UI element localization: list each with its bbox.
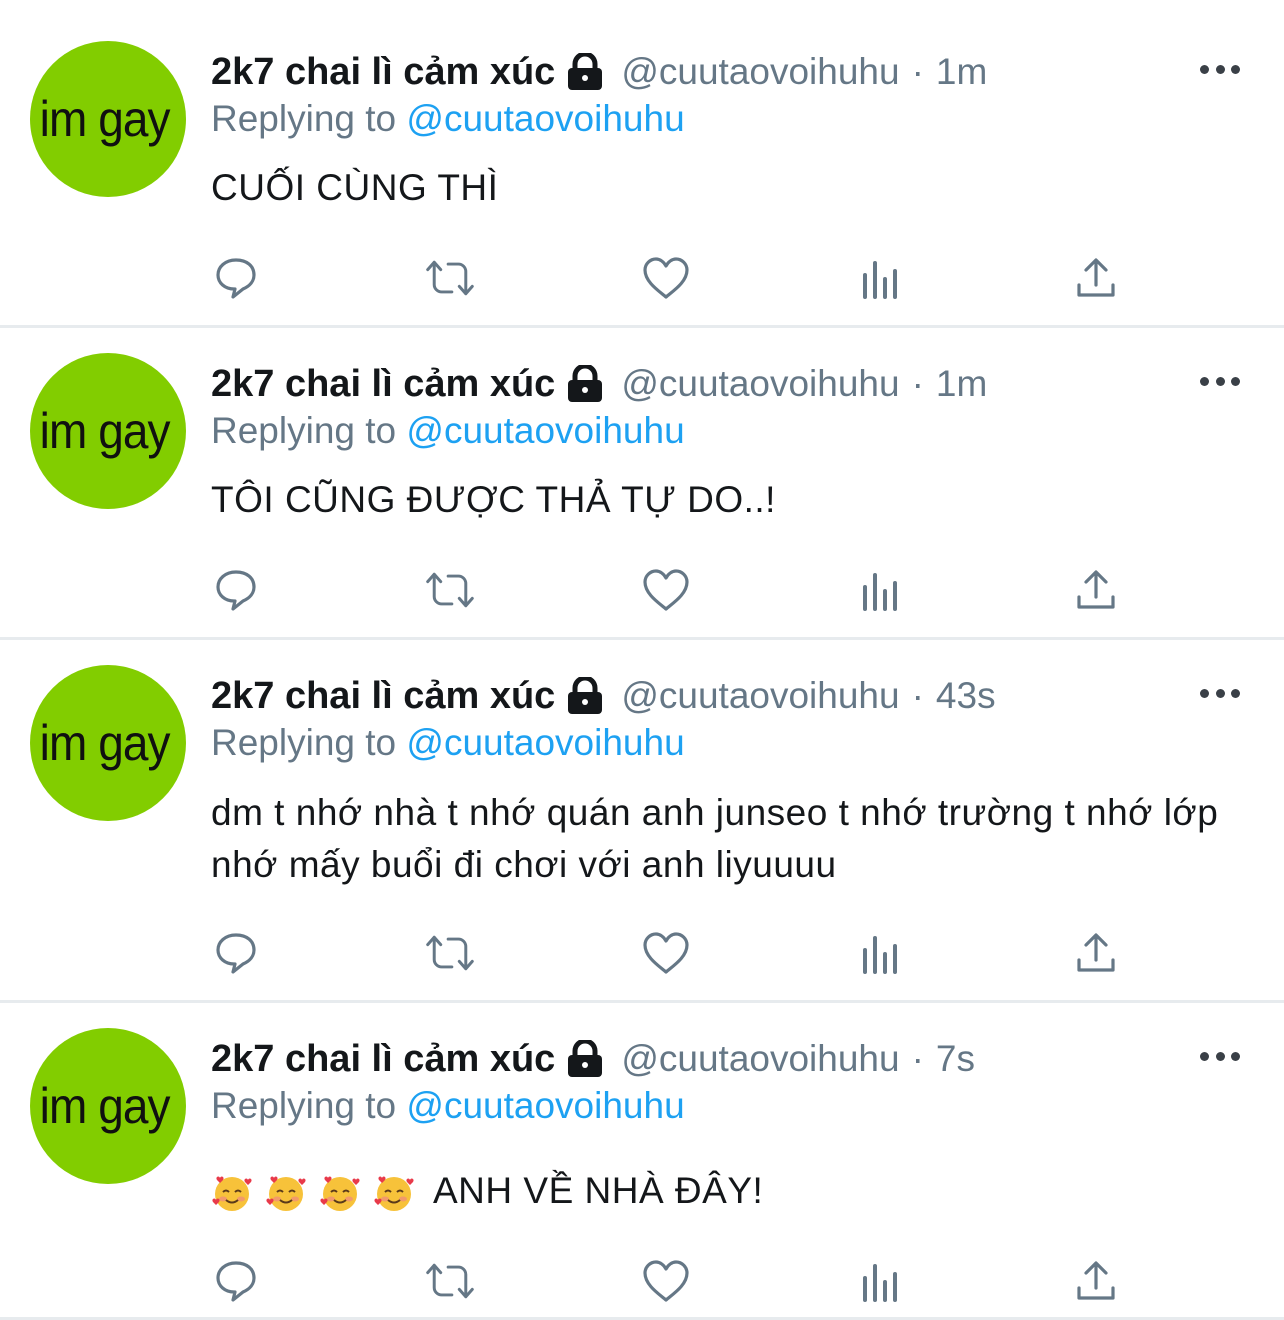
user-handle[interactable]: @cuutaovoihuhu	[621, 51, 899, 93]
tweet-header: 2k7 chai lì cảm xúc @cuutaovoihuhu · 1m	[211, 42, 987, 102]
replying-to-label: Replying to	[211, 98, 397, 139]
avatar-text: im gay	[40, 1078, 171, 1134]
replying-to-label: Replying to	[211, 410, 397, 451]
replying-to: Replying to @cuutaovoihuhu	[211, 410, 685, 452]
display-name[interactable]: 2k7 chai lì cảm xúc	[211, 675, 555, 718]
action-bar	[210, 565, 1130, 615]
avatar[interactable]: im gay	[30, 1028, 186, 1184]
replying-to-label: Replying to	[211, 722, 397, 763]
replying-to-label: Replying to	[211, 1085, 397, 1126]
reply-icon[interactable]	[210, 928, 262, 978]
user-handle[interactable]: @cuutaovoihuhu	[621, 1038, 899, 1080]
timestamp[interactable]: 7s	[936, 1038, 975, 1080]
heart-icon[interactable]	[640, 253, 692, 303]
avatar-text: im gay	[40, 715, 171, 771]
more-horizontal-icon[interactable]	[1200, 1049, 1240, 1063]
share-icon[interactable]	[1070, 253, 1122, 303]
lock-icon	[565, 1040, 605, 1078]
tweet-1[interactable]: im gay 2k7 chai lì cảm xúc @cuutaovoihuh…	[0, 0, 1284, 328]
heart-icon[interactable]	[640, 565, 692, 615]
analytics-icon[interactable]	[854, 928, 906, 978]
avatar[interactable]: im gay	[30, 353, 186, 509]
lock-icon	[565, 677, 605, 715]
heart-icon[interactable]	[640, 928, 692, 978]
avatar[interactable]: im gay	[30, 41, 186, 197]
reply-icon[interactable]	[210, 565, 262, 615]
tweet-text: ANH VỀ NHÀ ĐÂY!	[433, 1170, 764, 1211]
user-handle[interactable]: @cuutaovoihuhu	[621, 675, 899, 717]
replying-to: Replying to @cuutaovoihuhu	[211, 98, 685, 140]
avatar-text: im gay	[40, 91, 171, 147]
tweet-header: 2k7 chai lì cảm xúc @cuutaovoihuhu · 1m	[211, 354, 987, 414]
smiling-face-with-hearts-emoji	[212, 1176, 252, 1212]
lock-icon	[565, 365, 605, 403]
reply-icon[interactable]	[210, 1256, 262, 1306]
separator-dot: ·	[911, 675, 924, 716]
smiling-face-with-hearts-emoji	[266, 1176, 306, 1212]
analytics-icon[interactable]	[854, 565, 906, 615]
avatar[interactable]: im gay	[30, 665, 186, 821]
replying-to: Replying to @cuutaovoihuhu	[211, 1085, 685, 1127]
timestamp[interactable]: 43s	[936, 675, 996, 717]
more-horizontal-icon[interactable]	[1200, 686, 1240, 700]
reply-icon[interactable]	[210, 253, 262, 303]
action-bar	[210, 1256, 1130, 1306]
analytics-icon[interactable]	[854, 1256, 906, 1306]
analytics-icon[interactable]	[854, 253, 906, 303]
action-bar	[210, 253, 1130, 303]
action-bar	[210, 928, 1130, 978]
separator-dot: ·	[911, 363, 924, 404]
tweet-text: dm t nhớ nhà t nhớ quán anh junseo t nhớ…	[211, 792, 1219, 885]
emoji-group	[211, 1172, 415, 1214]
smiling-face-with-hearts-emoji	[374, 1176, 414, 1212]
retweet-icon[interactable]	[424, 253, 476, 303]
replying-to-link[interactable]: @cuutaovoihuhu	[406, 722, 684, 763]
timestamp[interactable]: 1m	[936, 363, 987, 405]
replying-to-link[interactable]: @cuutaovoihuhu	[406, 410, 684, 451]
share-icon[interactable]	[1070, 928, 1122, 978]
user-handle[interactable]: @cuutaovoihuhu	[621, 363, 899, 405]
tweet-2[interactable]: im gay 2k7 chai lì cảm xúc @cuutaovoihuh…	[0, 328, 1284, 640]
display-name[interactable]: 2k7 chai lì cảm xúc	[211, 1038, 555, 1081]
share-icon[interactable]	[1070, 1256, 1122, 1306]
replying-to-link[interactable]: @cuutaovoihuhu	[406, 1085, 684, 1126]
tweet-header: 2k7 chai lì cảm xúc @cuutaovoihuhu · 43s	[211, 666, 996, 726]
tweet-3[interactable]: im gay 2k7 chai lì cảm xúc @cuutaovoihuh…	[0, 640, 1284, 1003]
replying-to-link[interactable]: @cuutaovoihuhu	[406, 98, 684, 139]
retweet-icon[interactable]	[424, 1256, 476, 1306]
tweet-4[interactable]: im gay 2k7 chai lì cảm xúc @cuutaovoihuh…	[0, 1003, 1284, 1320]
tweet-content: ANH VỀ NHÀ ĐÂY!	[211, 1165, 1241, 1217]
display-name[interactable]: 2k7 chai lì cảm xúc	[211, 363, 555, 406]
share-icon[interactable]	[1070, 565, 1122, 615]
heart-icon[interactable]	[640, 1256, 692, 1306]
timestamp[interactable]: 1m	[936, 51, 987, 93]
replying-to: Replying to @cuutaovoihuhu	[211, 722, 685, 764]
display-name[interactable]: 2k7 chai lì cảm xúc	[211, 51, 555, 94]
more-horizontal-icon[interactable]	[1200, 62, 1240, 76]
tweet-text: TÔI CŨNG ĐƯỢC THẢ TỰ DO..!	[211, 479, 776, 520]
separator-dot: ·	[911, 1038, 924, 1079]
more-horizontal-icon[interactable]	[1200, 374, 1240, 388]
retweet-icon[interactable]	[424, 928, 476, 978]
retweet-icon[interactable]	[424, 565, 476, 615]
tweet-text: CUỐI CÙNG THÌ	[211, 167, 499, 208]
separator-dot: ·	[911, 51, 924, 92]
tweet-header: 2k7 chai lì cảm xúc @cuutaovoihuhu · 7s	[211, 1029, 975, 1089]
lock-icon	[565, 53, 605, 91]
avatar-text: im gay	[40, 403, 171, 459]
smiling-face-with-hearts-emoji	[320, 1176, 360, 1212]
